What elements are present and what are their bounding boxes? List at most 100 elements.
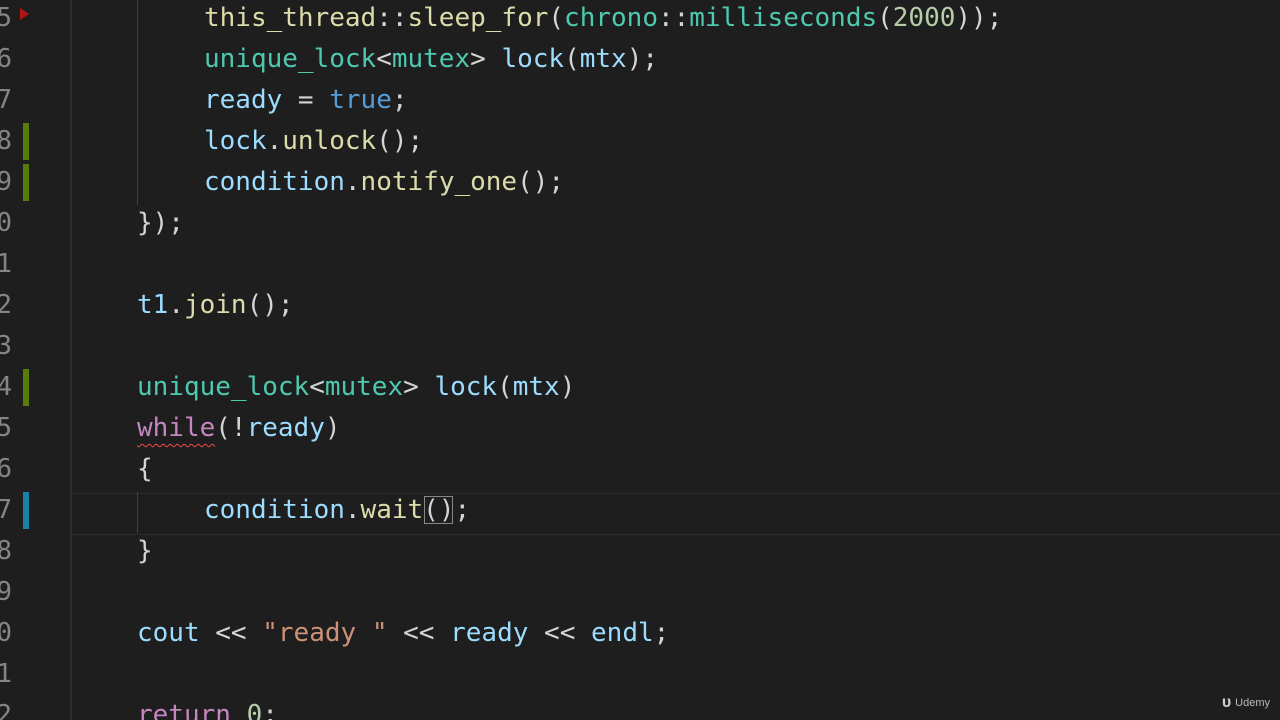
code-token: )); [955, 3, 1003, 33]
line-number: 5 [0, 413, 12, 443]
line-code: t1.join(); [137, 285, 294, 326]
code-line[interactable]: 3 [0, 326, 1280, 367]
code-line[interactable]: 9 condition.notify_one(); [0, 162, 1280, 203]
breakpoint-arrow-icon[interactable] [20, 8, 29, 20]
code-line[interactable]: 1 [0, 654, 1280, 695]
code-token: unique_lock [204, 44, 377, 74]
code-token: . [168, 290, 184, 320]
git-modified-marker[interactable] [23, 492, 29, 529]
line-number: 8 [0, 126, 12, 156]
code-line[interactable]: 4 unique_lock<mutex> lock(mtx) [0, 367, 1280, 408]
watermark-text: Udemy [1235, 697, 1270, 709]
line-number: 7 [0, 495, 12, 525]
code-token: "ready " [262, 618, 388, 648]
code-token: (); [246, 290, 294, 320]
line-number: 9 [0, 577, 12, 607]
line-number: 1 [0, 659, 12, 689]
git-added-marker[interactable] [23, 164, 29, 201]
code-token: :: [376, 3, 408, 33]
code-token: lock [204, 126, 267, 156]
code-token: = [282, 85, 330, 115]
code-line[interactable]: 6{ [0, 449, 1280, 490]
code-token: endl [591, 618, 654, 648]
code-line[interactable]: 2 return 0; [0, 695, 1280, 720]
line-code: unique_lock<mutex> lock(mtx); [204, 39, 658, 80]
code-token: this_thread [204, 3, 377, 33]
udemy-logo-icon: υ [1221, 694, 1232, 711]
line-number: 2 [0, 700, 12, 720]
code-token: unique_lock [137, 372, 310, 402]
code-editor[interactable]: 5 this_thread::sleep_for(chrono::millisec… [0, 0, 1280, 720]
code-token: chrono [564, 3, 658, 33]
code-line[interactable]: 2 t1.join(); [0, 285, 1280, 326]
code-token: 2000 [892, 3, 956, 33]
code-token: < [376, 44, 392, 74]
line-code: while(!ready) [137, 408, 341, 449]
code-token: } [137, 536, 153, 566]
line-code: this_thread::sleep_for(chrono::milliseco… [204, 0, 1002, 39]
code-token: while [137, 413, 216, 443]
code-token: mtx [579, 44, 627, 74]
code-line[interactable]: 7 condition.wait(); [0, 490, 1280, 531]
code-token: << [199, 618, 263, 648]
code-line[interactable]: 0}); [0, 203, 1280, 244]
code-token: ); [626, 44, 658, 74]
git-added-marker[interactable] [23, 369, 29, 406]
code-line[interactable]: 9 [0, 572, 1280, 613]
code-token: ) [559, 372, 576, 402]
code-line[interactable]: 0 cout << "ready " << ready << endl; [0, 613, 1280, 654]
code-token: mutex [391, 44, 471, 74]
code-token: ready [204, 85, 283, 115]
udemy-watermark: υ Udemy [1222, 694, 1270, 712]
line-code: }); [137, 203, 184, 244]
code-token: condition [204, 495, 345, 525]
code-line[interactable]: 7 ready = true; [0, 80, 1280, 121]
line-code: } [137, 531, 153, 572]
line-number: 3 [0, 331, 12, 361]
code-token: ; [391, 85, 408, 115]
line-code: { [137, 449, 153, 490]
code-token: t1 [137, 290, 169, 320]
code-line[interactable]: 5 while(!ready) [0, 408, 1280, 449]
code-line[interactable]: 5 this_thread::sleep_for(chrono::millisec… [0, 0, 1280, 39]
code-token: { [137, 454, 153, 484]
line-code: ready = true; [204, 80, 408, 121]
line-number: 6 [0, 454, 12, 484]
code-token: . [266, 126, 283, 156]
code-token: milliseconds [689, 3, 878, 33]
code-token: << [387, 618, 451, 648]
code-token: :: [657, 3, 690, 33]
line-number: 6 [0, 44, 12, 74]
code-line[interactable]: 6 unique_lock<mutex> lock(mtx); [0, 39, 1280, 80]
code-token: . [344, 167, 361, 197]
code-token: ( [877, 3, 893, 33]
code-line[interactable]: 8} [0, 531, 1280, 572]
code-line[interactable]: 8 lock.unlock(); [0, 121, 1280, 162]
code-token: ) [324, 413, 341, 443]
line-number: 9 [0, 167, 12, 197]
line-number: 2 [0, 290, 12, 320]
code-token: > [470, 44, 502, 74]
code-token: ( [497, 372, 513, 402]
code-token: }); [137, 208, 184, 238]
code-token: mtx [512, 372, 560, 402]
line-code: unique_lock<mutex> lock(mtx) [137, 367, 575, 408]
code-token: unlock [282, 126, 377, 156]
code-token: (); [517, 167, 565, 197]
code-token: ready [450, 618, 529, 648]
code-token: wait [360, 495, 424, 525]
code-token: () [423, 495, 455, 525]
line-number: 0 [0, 618, 12, 648]
code-token: true [329, 85, 392, 115]
code-token: ( [548, 3, 565, 33]
line-code: return 0; [137, 695, 278, 720]
code-token: ; [262, 700, 278, 720]
git-added-marker[interactable] [23, 123, 29, 160]
code-line[interactable]: 1 [0, 244, 1280, 285]
code-token: sleep_for [407, 3, 549, 33]
code-token: << [528, 618, 592, 648]
code-token: join [183, 290, 247, 320]
code-token: (); [376, 126, 424, 156]
line-code: condition.wait(); [204, 490, 470, 531]
